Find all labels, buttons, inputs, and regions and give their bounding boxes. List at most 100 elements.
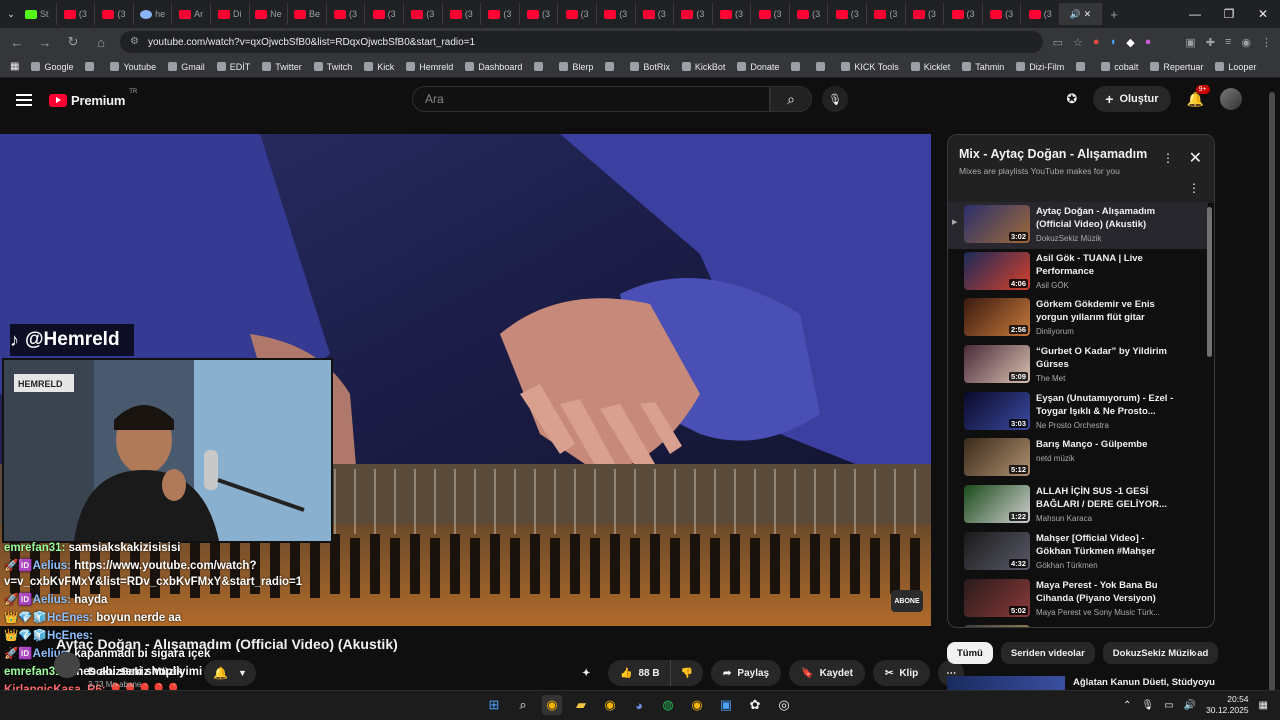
bookmark-item[interactable] xyxy=(810,62,835,72)
bookmark-item[interactable] xyxy=(79,62,104,72)
microphone-icon[interactable]: 🎙 xyxy=(822,86,848,112)
playlist-thumbnail[interactable]: 5:12 xyxy=(964,438,1030,477)
app-icon[interactable]: ▣ xyxy=(716,695,736,715)
dislike-button[interactable]: 👎 xyxy=(669,660,704,686)
menu-icon[interactable] xyxy=(16,94,32,106)
home-icon[interactable]: ⌂ xyxy=(92,35,110,50)
notifications-icon[interactable]: 🔔 9+ xyxy=(1187,84,1210,108)
bookmark-item[interactable]: Donate xyxy=(731,62,785,72)
browser-tab[interactable]: Di xyxy=(211,3,250,25)
browser-tab[interactable]: (3 xyxy=(404,3,443,25)
channel-name[interactable]: DokuzSekiz Müzik xyxy=(88,666,183,678)
playlist-thumbnail[interactable]: 1:22 xyxy=(964,485,1030,524)
bookmark-item[interactable]: Repertuar xyxy=(1144,62,1209,72)
create-button[interactable]: + Oluştur xyxy=(1093,86,1171,112)
tab-search-icon[interactable]: ⌄ xyxy=(4,9,18,20)
browser-tab[interactable]: (3 xyxy=(1021,3,1061,25)
playlist-thumbnail[interactable]: 5:09 xyxy=(964,345,1030,384)
browser-tab[interactable]: (3 xyxy=(365,3,404,25)
obs-icon[interactable]: ◎ xyxy=(774,695,794,715)
site-info-icon[interactable]: ⚙ xyxy=(130,36,139,47)
playlist-item[interactable]: 3:03 Eyşan (Unutamıyorum) - Ezel - Toygar… xyxy=(948,389,1208,436)
playlist-thumbnail[interactable]: 4:06 xyxy=(964,251,1030,290)
extension-icon[interactable]: ◖ xyxy=(1110,36,1117,49)
apps-icon[interactable]: ▦ xyxy=(10,61,19,72)
volume-icon[interactable]: 🔊 xyxy=(1184,700,1196,711)
search-icon[interactable]: ⌕ xyxy=(770,86,812,112)
chrome-icon[interactable]: ◉ xyxy=(600,695,620,715)
playlist-thumbnail[interactable]: 2:56 xyxy=(964,298,1030,337)
bookmark-star-icon[interactable]: ☆ xyxy=(1073,36,1083,49)
bookmark-item[interactable]: Kick xyxy=(358,62,400,72)
playlist-item[interactable]: ▶ 3:02 Aytaç Doğan - Alışamadım (Official … xyxy=(948,202,1208,249)
playlist-item[interactable]: 4:06 Asil Gök - TUANA | Live Performance A… xyxy=(948,249,1208,296)
browser-tab[interactable]: (3 xyxy=(674,3,713,25)
address-bar[interactable]: ⚙ youtube.com/watch?v=qxOjwcbSfB0&list=R… xyxy=(120,31,1043,53)
close-window-icon[interactable]: ✕ xyxy=(1246,7,1280,21)
minimize-icon[interactable]: — xyxy=(1178,7,1212,21)
browser-tab[interactable]: (3 xyxy=(983,3,1022,25)
playlist-item[interactable]: 5:09 “Gurbet O Kadar” by Yildirim Gürses T… xyxy=(948,342,1208,389)
mic-tray-icon[interactable]: 🎙 xyxy=(1141,700,1154,711)
bookmark-item[interactable]: Kicklet xyxy=(905,62,957,72)
sparkle-icon[interactable]: ✦ xyxy=(582,660,600,686)
bookmark-item[interactable]: Looper xyxy=(1209,62,1262,72)
reading-list-icon[interactable]: ≡ xyxy=(1225,36,1231,49)
back-icon[interactable]: ← xyxy=(8,35,26,50)
file-explorer-icon[interactable]: ▰ xyxy=(571,695,591,715)
bookmark-item[interactable]: BotRix xyxy=(624,62,676,72)
browser-tab[interactable]: (3 xyxy=(558,3,597,25)
windows-start-icon[interactable]: ⊞ xyxy=(484,695,504,715)
tray-expand-icon[interactable]: ⌃ xyxy=(1123,700,1131,711)
browser-tab[interactable]: (3 xyxy=(906,3,945,25)
new-tab-button[interactable]: + xyxy=(1102,7,1126,22)
playlist-item[interactable]: 4:32 Mahşer [Official Video] - Gökhan Tür… xyxy=(948,529,1208,576)
browser-tab[interactable]: Ar xyxy=(172,3,211,25)
filter-chip[interactable]: Tümü xyxy=(947,642,993,664)
fuel-icon[interactable]: ✪ xyxy=(1066,91,1077,107)
browser-tab[interactable]: (3 xyxy=(57,3,96,25)
browser-tab[interactable]: (3 xyxy=(520,3,559,25)
forward-icon[interactable]: → xyxy=(36,35,54,50)
playlist-item[interactable]: 1:22 ALLAH İÇİN SUS -1 GESİ BAĞLARI / DER… xyxy=(948,482,1208,529)
playlist-menu-icon[interactable]: ⋮ xyxy=(1162,151,1174,165)
like-button[interactable]: 👍 88 B xyxy=(608,660,670,686)
extension-icon[interactable]: ● xyxy=(1145,36,1152,49)
bookmark-item[interactable] xyxy=(785,62,810,72)
tab-active[interactable]: 🔊 ✕ xyxy=(1060,3,1103,25)
playlist-item[interactable]: 5:02 Maya Perest - Yok Bana Bu Cihanda (P… xyxy=(948,576,1208,623)
spotify-icon[interactable]: ◍ xyxy=(658,695,678,715)
bookmark-item[interactable] xyxy=(599,62,624,72)
clip-button[interactable]: ✂ Klip xyxy=(872,660,931,686)
reload-icon[interactable]: ↻ xyxy=(64,34,82,50)
filter-chip[interactable]: Seriden videolar xyxy=(1000,642,1095,664)
playlist-options-icon[interactable]: ⋮ xyxy=(1188,181,1200,195)
browser-tab[interactable]: (3 xyxy=(327,3,366,25)
recommendation-item[interactable]: Ağlatan Kanun Düeti, Stüdyoyu xyxy=(947,676,1215,690)
browser-tab[interactable]: (3 xyxy=(944,3,983,25)
network-icon[interactable]: ▭ xyxy=(1164,700,1173,711)
taskbar-search-icon[interactable]: ⌕ xyxy=(513,695,533,715)
extension-icon[interactable]: ◆ xyxy=(1126,36,1134,49)
bookmark-item[interactable]: Gmail xyxy=(162,62,211,72)
playlist-item[interactable]: 5:12 Barış Manço - Gülpembe netd müzik xyxy=(948,435,1208,482)
playlist-thumbnail[interactable]: 3:03 xyxy=(964,391,1030,430)
browser-tab[interactable]: (3 xyxy=(481,3,520,25)
youtube-logo[interactable]: Premium TR xyxy=(49,89,137,108)
bookmark-item[interactable]: cobalt xyxy=(1095,62,1144,72)
browser-tab[interactable]: Ne xyxy=(250,3,289,25)
chat-username[interactable]: HcEnes: xyxy=(47,612,93,624)
browser-tab[interactable]: (3 xyxy=(790,3,829,25)
playlist-thumbnail[interactable]: 3:02 xyxy=(964,205,1030,243)
bookmark-item[interactable]: Google xyxy=(25,62,79,72)
playlist-item[interactable]: Dasti Tasnifi (Şiire Gazele) xyxy=(948,622,1208,627)
playlist-thumbnail[interactable]: 5:02 xyxy=(964,578,1030,617)
chrome-icon[interactable]: ◉ xyxy=(542,695,562,715)
subscription-bell-button[interactable]: 🔔 ▼ xyxy=(204,660,256,686)
clock[interactable]: 20:54 30.12.2025 xyxy=(1206,694,1249,716)
bookmark-item[interactable]: Youtube xyxy=(104,62,162,72)
browser-tab[interactable]: he xyxy=(134,3,173,25)
bookmark-item[interactable]: Dashboard xyxy=(459,62,528,72)
subscribe-watermark[interactable]: ABONE xyxy=(891,590,923,612)
browser-tab[interactable]: (3 xyxy=(95,3,134,25)
